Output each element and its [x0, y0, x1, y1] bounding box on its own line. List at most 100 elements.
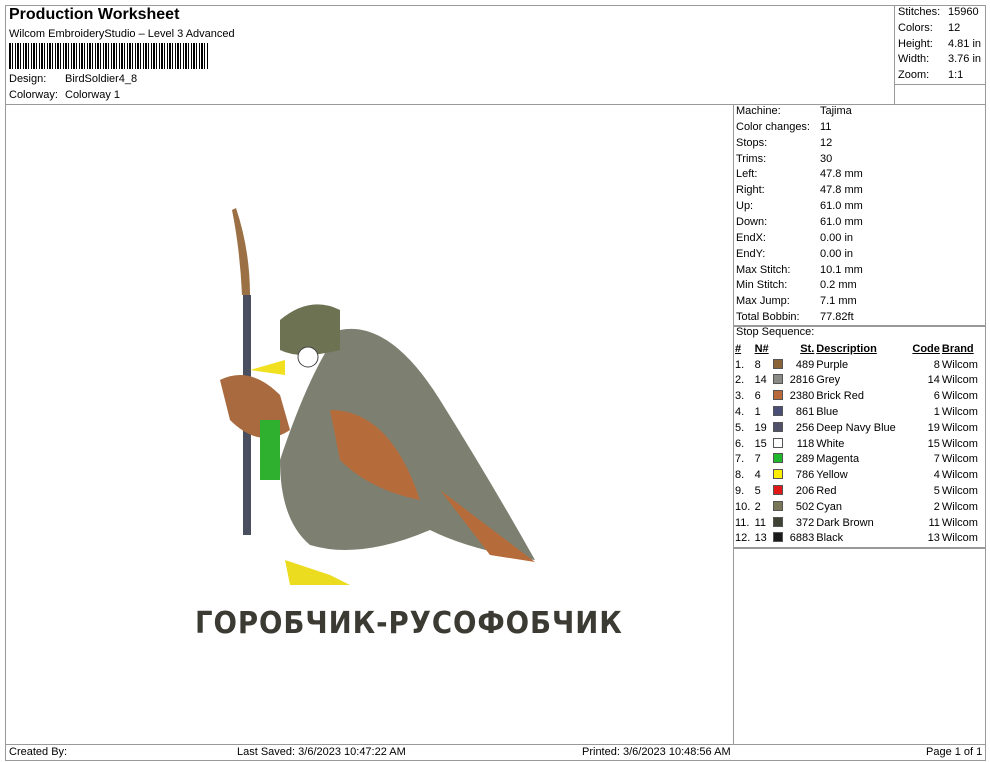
description: Grey	[816, 374, 841, 387]
info-row: Min Stitch: 0.2 mm	[736, 279, 857, 291]
table-row: 7. 7 289 Magenta 7 Wilcom	[734, 452, 984, 468]
label: Max Stitch:	[736, 263, 791, 276]
barcode	[9, 43, 209, 69]
stitches: 2816	[789, 374, 815, 387]
label: Stitches:	[898, 6, 941, 18]
info-row: Trims: 30	[736, 153, 832, 165]
code: 4	[933, 469, 940, 482]
info-row: EndX: 0.00 in	[736, 232, 853, 244]
col-stitches: St.	[800, 342, 815, 355]
stitches: 372	[795, 516, 815, 529]
description: Brick Red	[816, 390, 864, 403]
page-title: Production Worksheet	[9, 6, 180, 23]
index: 10.	[735, 500, 751, 513]
stop-sequence-label: Stop Sequence:	[736, 326, 815, 338]
embroidery-design-preview	[220, 208, 535, 585]
label: Up:	[736, 200, 754, 213]
value: 4.81 in	[948, 37, 982, 50]
brand: Wilcom	[941, 516, 978, 529]
label: Width:	[898, 53, 930, 66]
value: 47.8 mm	[820, 168, 863, 181]
needle: 14	[754, 374, 767, 387]
label: Colors:	[898, 21, 933, 34]
index: 8.	[735, 469, 745, 482]
value: 7.1 mm	[820, 295, 857, 308]
value: 12	[820, 136, 833, 149]
description: Black	[816, 532, 844, 545]
brand: Wilcom	[941, 374, 978, 387]
info-row: Machine: Tajima	[736, 105, 852, 117]
table-row: 11. 11 372 Dark Brown 11 Wilcom	[734, 515, 984, 531]
label: EndX:	[736, 231, 766, 244]
table-row: 6. 15 118 White 15 Wilcom	[734, 436, 984, 452]
summary-row: Width: 3.76 in	[898, 53, 981, 65]
value: 3.76 in	[948, 53, 982, 66]
stitches: 502	[795, 500, 815, 513]
label: Trims:	[736, 152, 767, 165]
col-brand: Brand	[941, 342, 974, 355]
description: Red	[816, 485, 837, 498]
needle: 6	[754, 390, 761, 403]
label: Left:	[736, 168, 758, 181]
index: 1.	[735, 358, 745, 371]
bird-body	[280, 328, 535, 560]
value: 77.82ft	[820, 311, 854, 324]
col-needle: N#	[754, 342, 769, 355]
color-swatch	[772, 499, 786, 515]
value: 61.0 mm	[820, 215, 863, 228]
index: 5.	[735, 421, 745, 434]
label: Stops:	[736, 136, 768, 149]
value: 12	[948, 21, 961, 34]
description: Deep Navy Blue	[816, 421, 896, 434]
label: Color changes:	[736, 120, 810, 133]
needle: 8	[754, 358, 761, 371]
brand: Wilcom	[941, 532, 978, 545]
needle: 11	[754, 516, 766, 529]
needle: 4	[754, 469, 761, 482]
label: Design:	[9, 73, 47, 85]
value: 0.00 in	[820, 231, 854, 244]
stop-sequence-table: # N# St. Description Code Brand 1. 8 489 Pu…	[734, 341, 984, 546]
info-row: Left: 47.8 mm	[736, 168, 863, 180]
brand: Wilcom	[941, 437, 978, 450]
info-row: Right: 47.8 mm	[736, 184, 863, 196]
description: Dark Brown	[816, 516, 874, 529]
stitches: 861	[795, 406, 815, 419]
info-row: Max Stitch: 10.1 mm	[736, 264, 863, 276]
stitches: 489	[795, 358, 815, 371]
table-row: 12. 13 6883 Black 13 Wilcom	[734, 531, 984, 547]
value: 47.8 mm	[820, 184, 863, 197]
brand: Wilcom	[941, 453, 978, 466]
color-swatch	[772, 420, 786, 436]
brand: Wilcom	[941, 469, 978, 482]
value: 10.1 mm	[820, 263, 863, 276]
feet	[285, 560, 350, 585]
label: Right:	[736, 184, 765, 197]
table-row: 1. 8 489 Purple 8 Wilcom	[734, 357, 984, 373]
stitches: 786	[795, 469, 815, 482]
created-by: Created By:	[9, 746, 68, 758]
color-swatch	[772, 357, 786, 373]
brand: Wilcom	[941, 358, 978, 371]
brand: Wilcom	[941, 406, 978, 419]
index: 9.	[735, 485, 745, 498]
col-code: Code	[912, 342, 940, 355]
description: White	[816, 437, 845, 450]
code: 5	[933, 485, 940, 498]
stitches: 118	[796, 437, 815, 450]
stitches: 289	[795, 453, 815, 466]
color-swatch	[772, 404, 786, 420]
value: 0.00 in	[820, 247, 854, 260]
label: Max Jump:	[736, 295, 790, 308]
label: EndY:	[736, 247, 766, 260]
rocket-warhead	[232, 208, 250, 295]
color-swatch	[772, 531, 786, 547]
index: 2.	[735, 374, 745, 387]
description: Magenta	[816, 453, 860, 466]
color-swatch	[772, 373, 786, 389]
description: Blue	[816, 406, 839, 419]
page-number: Page 1 of 1	[926, 746, 983, 758]
code: 7	[933, 453, 940, 466]
color-swatch	[772, 388, 786, 404]
summary-row: Zoom: 1:1	[898, 69, 963, 81]
